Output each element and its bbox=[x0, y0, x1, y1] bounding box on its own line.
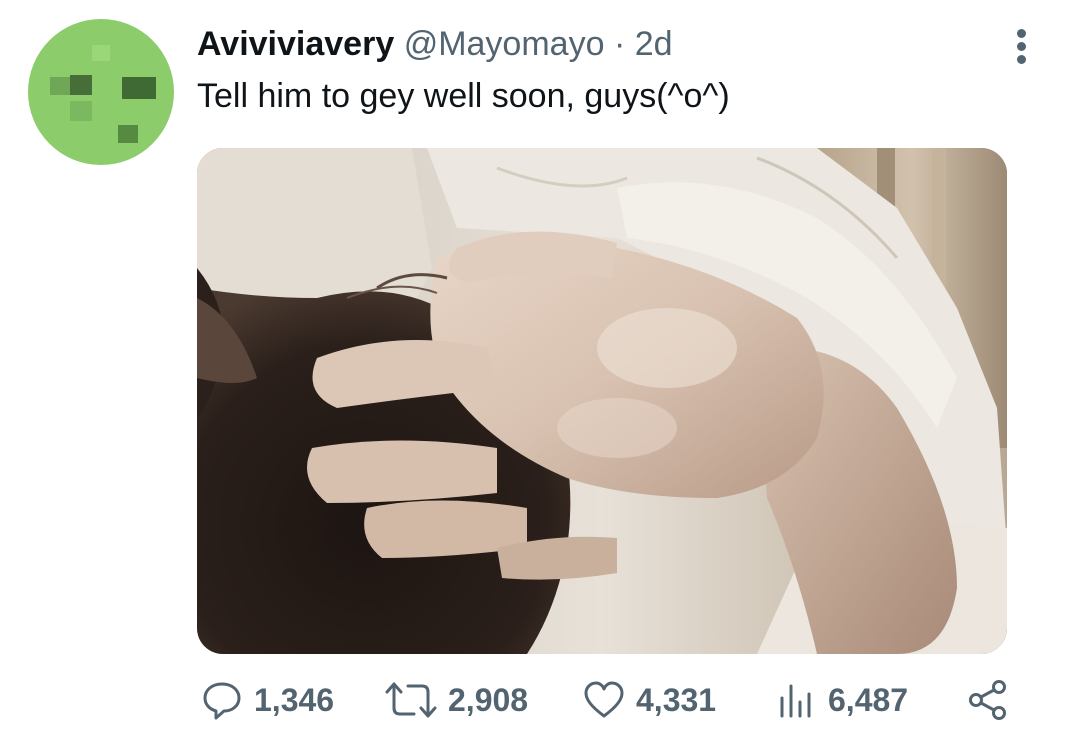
views-count: 6,487 bbox=[828, 681, 909, 718]
reply-button[interactable]: 1,346 bbox=[200, 678, 334, 722]
separator-dot: · bbox=[613, 25, 626, 63]
tweet-header: Aviviviavery @Mayomayo · 2d bbox=[197, 24, 673, 64]
tweet-actions: 1,346 2,908 4,331 6,487 bbox=[0, 670, 1080, 730]
retweet-icon bbox=[385, 682, 437, 718]
retweet-count: 2,908 bbox=[448, 681, 529, 718]
share-icon bbox=[969, 680, 1006, 720]
like-count: 4,331 bbox=[636, 681, 717, 718]
views-bar-icon bbox=[780, 684, 811, 718]
display-name[interactable]: Aviviviavery bbox=[197, 25, 394, 63]
share-button[interactable] bbox=[966, 678, 1010, 722]
tweet-text: Tell him to gey well soon, guys(^o^) bbox=[197, 77, 730, 115]
heart-icon bbox=[584, 681, 624, 718]
reply-count: 1,346 bbox=[254, 681, 335, 718]
reply-icon bbox=[203, 682, 241, 720]
more-vertical-icon[interactable] bbox=[1008, 26, 1036, 66]
photo-image bbox=[197, 148, 1007, 654]
tweet: Aviviviavery @Mayomayo · 2d Tell him to … bbox=[0, 0, 1080, 743]
tweet-photo[interactable] bbox=[197, 148, 1007, 654]
like-button[interactable]: 4,331 bbox=[582, 678, 716, 722]
retweet-button[interactable]: 2,908 bbox=[384, 678, 528, 722]
timestamp[interactable]: 2d bbox=[635, 25, 673, 63]
avatar[interactable] bbox=[28, 19, 174, 165]
views-button[interactable]: 6,487 bbox=[774, 678, 908, 722]
user-handle[interactable]: @Mayomayo bbox=[404, 25, 605, 63]
